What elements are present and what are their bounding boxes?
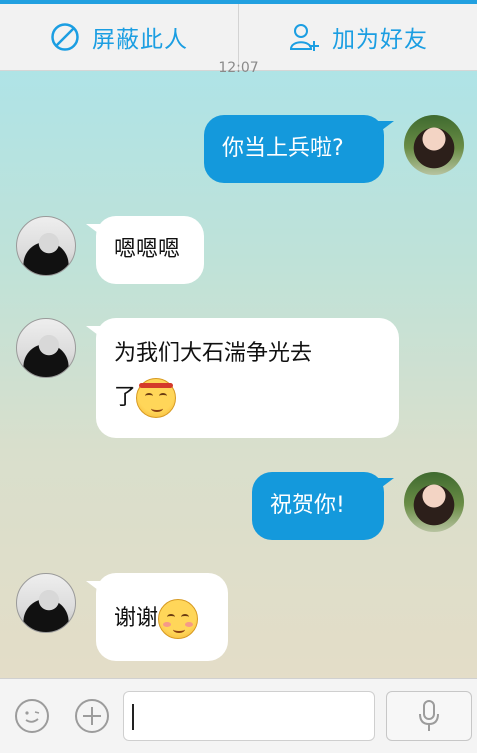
my-avatar[interactable] — [404, 115, 464, 175]
message-text: 祝贺你! — [270, 493, 345, 518]
message-input[interactable] — [123, 691, 375, 741]
more-options-button[interactable] — [75, 699, 109, 733]
emoji-button[interactable] — [15, 699, 49, 733]
text-caret — [132, 704, 134, 730]
message-text: 你当上兵啦? — [222, 136, 344, 161]
message-text: 嗯嗯嗯 — [114, 237, 181, 262]
headband-emoji-icon — [136, 378, 177, 418]
plus-icon — [83, 707, 101, 725]
contact-avatar[interactable] — [16, 216, 76, 276]
block-icon — [51, 23, 79, 51]
microphone-icon — [419, 700, 439, 731]
blush-emoji-icon — [158, 599, 199, 639]
message-text: 谢谢 — [114, 606, 159, 631]
message-timestamp: 12:07 — [218, 60, 259, 76]
voice-input-button[interactable] — [386, 691, 472, 741]
message-text-line: 为我们大石湍争光去 — [114, 341, 313, 366]
message-text-line-2: 了 — [114, 378, 399, 418]
message-text: 了 — [114, 385, 137, 410]
smiley-icon — [25, 711, 40, 723]
incoming-message-bubble[interactable]: 为我们大石湍争光去 了 — [86, 318, 399, 438]
message-composer — [0, 678, 477, 753]
outgoing-message-bubble[interactable]: 祝贺你! — [252, 472, 394, 540]
add-friend-icon — [289, 24, 319, 51]
contact-avatar[interactable] — [16, 573, 76, 633]
outgoing-message-bubble[interactable]: 你当上兵啦? — [204, 115, 394, 183]
incoming-message-bubble[interactable]: 嗯嗯嗯 — [86, 216, 204, 284]
add-friend-label: 加为好友 — [332, 27, 428, 53]
incoming-message-bubble[interactable]: 谢谢 — [86, 573, 228, 661]
contact-avatar[interactable] — [16, 318, 76, 378]
my-avatar[interactable] — [404, 472, 464, 532]
block-user-label: 屏蔽此人 — [92, 27, 188, 53]
